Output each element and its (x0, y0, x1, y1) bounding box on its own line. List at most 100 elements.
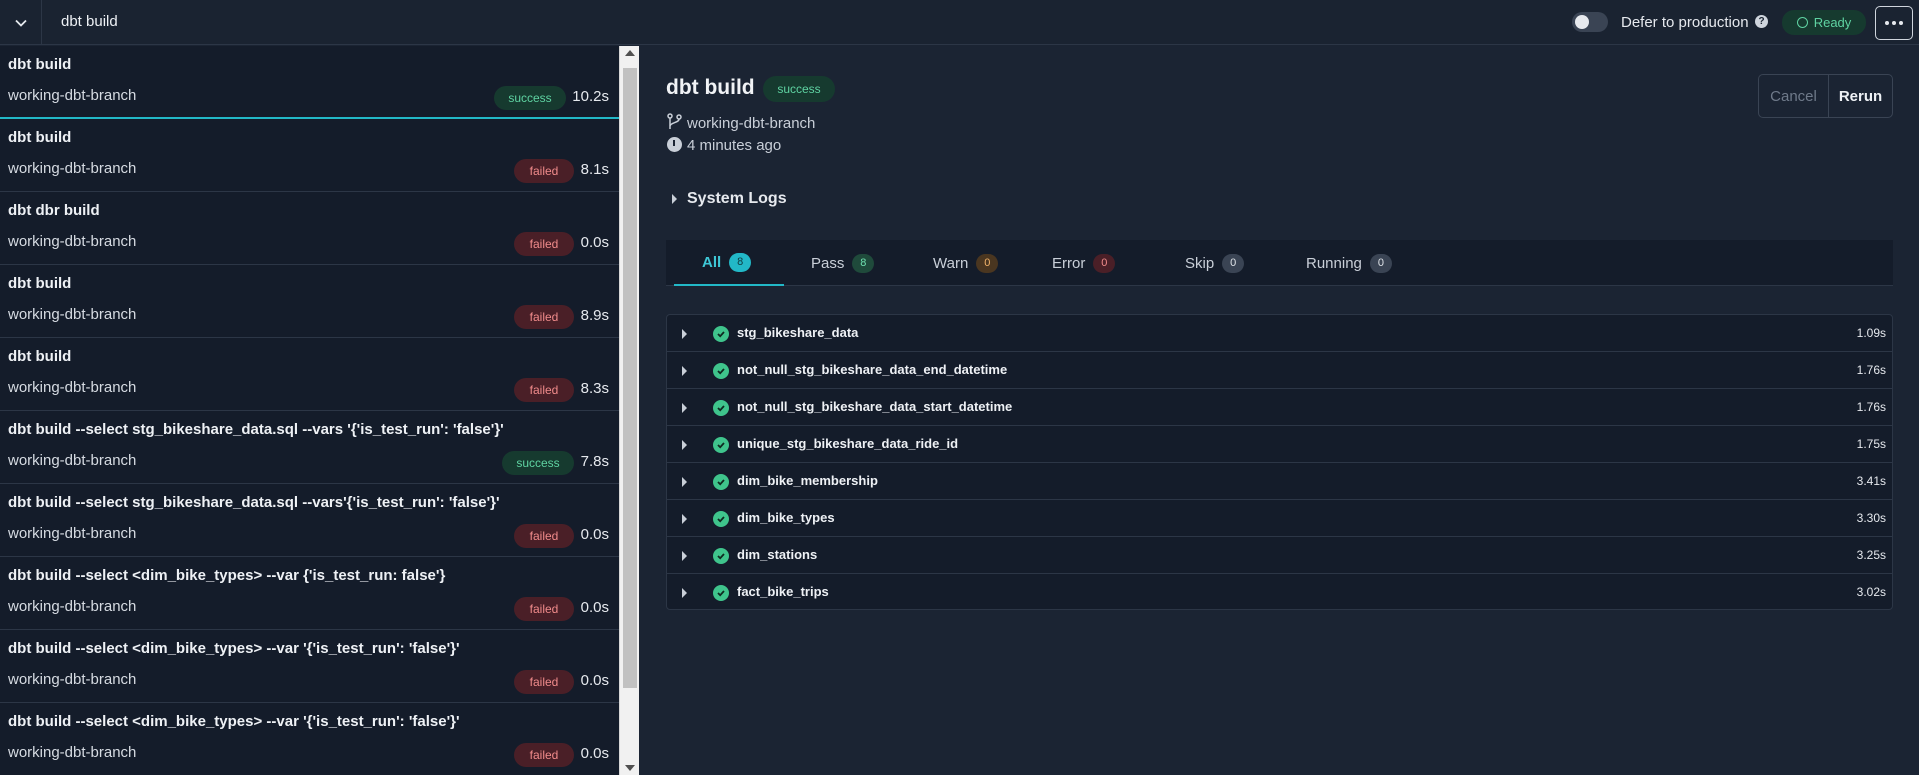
tab-count: 8 (729, 252, 752, 272)
status-badge: failed (514, 524, 574, 548)
node-name: not_null_stg_bikeshare_data_start_dateti… (737, 399, 1013, 414)
run-command: dbt build --select <dim_bike_types> --va… (8, 713, 460, 730)
caret-right-icon (682, 514, 687, 524)
node-row[interactable]: fact_bike_trips 3.02s (667, 574, 1892, 609)
tab-label: Pass (811, 254, 845, 272)
tab-running[interactable]: Running 0 (1306, 240, 1392, 286)
run-item[interactable]: dbt build --select <dim_bike_types> --va… (0, 557, 619, 630)
node-row[interactable]: stg_bikeshare_data 1.09s (667, 315, 1892, 352)
check-circle-icon (713, 437, 729, 453)
run-duration: 0.0s (580, 745, 609, 762)
node-name: fact_bike_trips (737, 584, 829, 599)
scroll-down-icon[interactable] (625, 765, 635, 771)
run-duration: 8.9s (580, 307, 609, 324)
dot-icon (1899, 21, 1903, 25)
dot-icon (1892, 21, 1896, 25)
run-command: dbt build (8, 129, 72, 146)
scroll-up-icon[interactable] (625, 50, 635, 56)
run-duration: 7.8s (580, 453, 609, 470)
ready-status-badge: Ready (1782, 10, 1866, 35)
run-item[interactable]: dbt build --select stg_bikeshare_data.sq… (0, 411, 619, 484)
system-logs-label: System Logs (687, 190, 787, 207)
status-badge: failed (514, 305, 574, 329)
ready-label: Ready (1813, 15, 1852, 30)
cancel-button[interactable]: Cancel (1758, 74, 1828, 118)
caret-right-icon (682, 366, 687, 376)
tab-count: 8 (852, 253, 875, 273)
node-row[interactable]: dim_bike_types 3.30s (667, 500, 1892, 537)
node-duration: 3.25s (1856, 548, 1886, 562)
defer-to-production-toggle[interactable] (1572, 12, 1608, 32)
status-badge: success (494, 86, 566, 110)
run-time-ago: 4 minutes ago (687, 137, 782, 154)
tab-label: Error (1052, 254, 1086, 272)
run-item[interactable]: dbt build working-dbt-branch failed 8.1s (0, 119, 619, 192)
check-circle-icon (713, 363, 729, 379)
run-command: dbt build --select <dim_bike_types> --va… (8, 567, 446, 584)
check-circle-icon (713, 511, 729, 527)
tab-count: 0 (976, 253, 999, 273)
run-item[interactable]: dbt build --select <dim_bike_types> --va… (0, 630, 619, 703)
rerun-button[interactable]: Rerun (1828, 74, 1893, 118)
tab-warn[interactable]: Warn 0 (933, 240, 999, 286)
run-duration: 10.2s (572, 88, 609, 105)
run-item[interactable]: dbt build working-dbt-branch failed 8.3s (0, 338, 619, 411)
status-badge: failed (514, 597, 574, 621)
run-branch: working-dbt-branch (8, 525, 137, 542)
node-name: dim_bike_types (737, 510, 835, 525)
node-row[interactable]: unique_stg_bikeshare_data_ride_id 1.75s (667, 426, 1892, 463)
git-branch-icon (667, 113, 682, 129)
node-row[interactable]: dim_bike_membership 3.41s (667, 463, 1892, 500)
tab-count: 0 (1369, 253, 1392, 273)
node-row[interactable]: not_null_stg_bikeshare_data_end_datetime… (667, 352, 1892, 389)
run-item[interactable]: dbt build --select stg_bikeshare_data.sq… (0, 484, 619, 557)
tab-skip[interactable]: Skip 0 (1185, 240, 1245, 286)
toggle-knob (1575, 15, 1589, 29)
caret-right-icon (682, 588, 687, 598)
check-circle-icon (713, 548, 729, 564)
caret-right-icon (682, 329, 687, 339)
node-duration: 1.76s (1856, 400, 1886, 414)
clock-icon (667, 137, 682, 152)
run-item[interactable]: dbt dbr build working-dbt-branch failed … (0, 192, 619, 265)
node-name: dim_stations (737, 547, 818, 562)
status-ring-icon (1796, 17, 1808, 28)
run-list-scrollbar[interactable] (619, 46, 639, 775)
node-name: unique_stg_bikeshare_data_ride_id (737, 436, 959, 451)
check-circle-icon (713, 585, 729, 601)
help-icon[interactable]: ? (1755, 15, 1768, 28)
run-duration: 8.3s (580, 380, 609, 397)
tab-label: All (702, 253, 722, 271)
node-row[interactable]: not_null_stg_bikeshare_data_start_dateti… (667, 389, 1892, 426)
run-item[interactable]: dbt build working-dbt-branch failed 8.9s (0, 265, 619, 338)
tab-all[interactable]: All 8 (674, 240, 784, 286)
run-item[interactable]: dbt build --select <dim_bike_types> --va… (0, 703, 619, 775)
check-circle-icon (713, 474, 729, 490)
run-history-list: dbt build working-dbt-branch success 10.… (0, 46, 619, 775)
run-command: dbt build (8, 275, 72, 292)
more-options-button[interactable] (1875, 6, 1913, 40)
node-duration: 3.41s (1856, 474, 1886, 488)
collapse-button[interactable] (0, 0, 42, 45)
node-name: dim_bike_membership (737, 473, 878, 488)
tab-pass[interactable]: Pass 8 (811, 240, 875, 286)
run-item[interactable]: dbt build working-dbt-branch success 10.… (0, 46, 619, 119)
tab-error[interactable]: Error 0 (1052, 240, 1116, 286)
run-duration: 8.1s (580, 161, 609, 178)
node-duration: 1.09s (1856, 326, 1886, 340)
node-row[interactable]: dim_stations 3.25s (667, 537, 1892, 574)
check-circle-icon (713, 400, 729, 416)
node-duration: 1.76s (1856, 363, 1886, 377)
tab-label: Skip (1185, 254, 1215, 272)
system-logs-toggle[interactable]: System Logs (672, 190, 787, 208)
scroll-thumb[interactable] (623, 68, 637, 688)
run-detail-panel: dbt build success working-dbt-branch 4 m… (640, 46, 1919, 775)
status-badge: failed (514, 670, 574, 694)
node-name: stg_bikeshare_data (737, 325, 859, 340)
status-badge: failed (514, 378, 574, 402)
top-bar: dbt build Defer to production ? Ready (0, 0, 1919, 45)
status-badge: failed (514, 743, 574, 767)
node-duration: 3.30s (1856, 511, 1886, 525)
run-duration: 0.0s (580, 234, 609, 251)
run-command: dbt dbr build (8, 202, 100, 219)
